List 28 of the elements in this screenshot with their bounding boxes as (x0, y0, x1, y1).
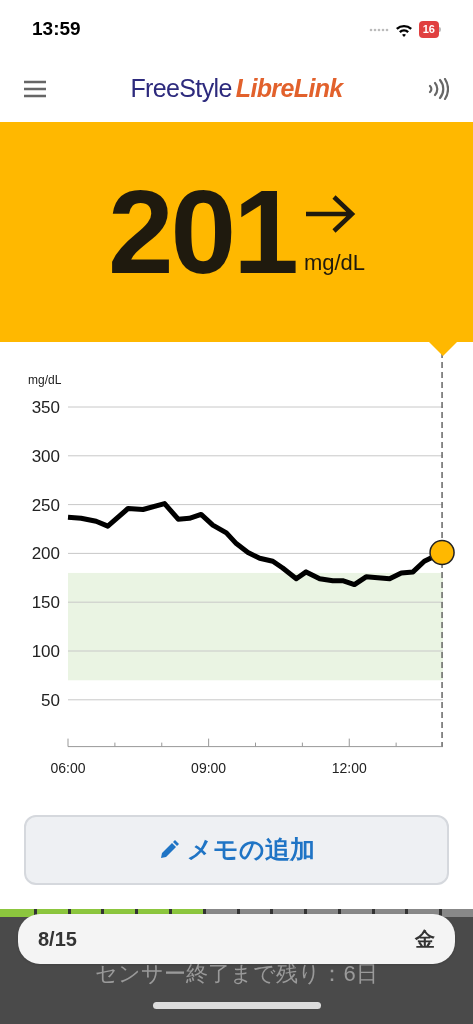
weekday-label: 金 (415, 927, 435, 952)
logo-text: FreeStyle (130, 72, 232, 104)
menu-icon[interactable] (24, 79, 46, 98)
date-label: 8/15 (38, 927, 77, 952)
x-tick-label: 09:00 (191, 759, 227, 776)
signal-icon (368, 27, 389, 32)
wifi-icon (394, 22, 413, 37)
add-memo-button[interactable]: メモの追加 (24, 815, 449, 885)
glucose-value: 201 (107, 173, 296, 291)
trend-arrow-icon (303, 193, 358, 234)
y-tick-label: 100 (31, 642, 60, 661)
battery-indicator: 16 (418, 21, 441, 38)
y-tick-label: 250 (31, 495, 60, 515)
date-bar[interactable]: 8/15 金 (18, 914, 455, 964)
current-reading-dot (429, 539, 455, 566)
y-tick-label: 350 (31, 398, 60, 417)
y-tick-label: 50 (41, 690, 60, 710)
y-tick-label: 200 (31, 544, 60, 564)
glucose-unit: mg/dL (303, 248, 366, 277)
nfc-scan-icon[interactable] (427, 77, 449, 100)
logo-text: LibreLink (235, 72, 343, 104)
pencil-icon (158, 840, 179, 860)
x-tick-label: 06:00 (50, 759, 86, 776)
status-time: 13:59 (32, 17, 81, 42)
x-tick-label: 12:00 (331, 759, 367, 776)
y-tick-label: 300 (31, 446, 60, 466)
y-tick-label: 150 (31, 593, 60, 613)
y-axis-unit: mg/dL (28, 373, 62, 387)
